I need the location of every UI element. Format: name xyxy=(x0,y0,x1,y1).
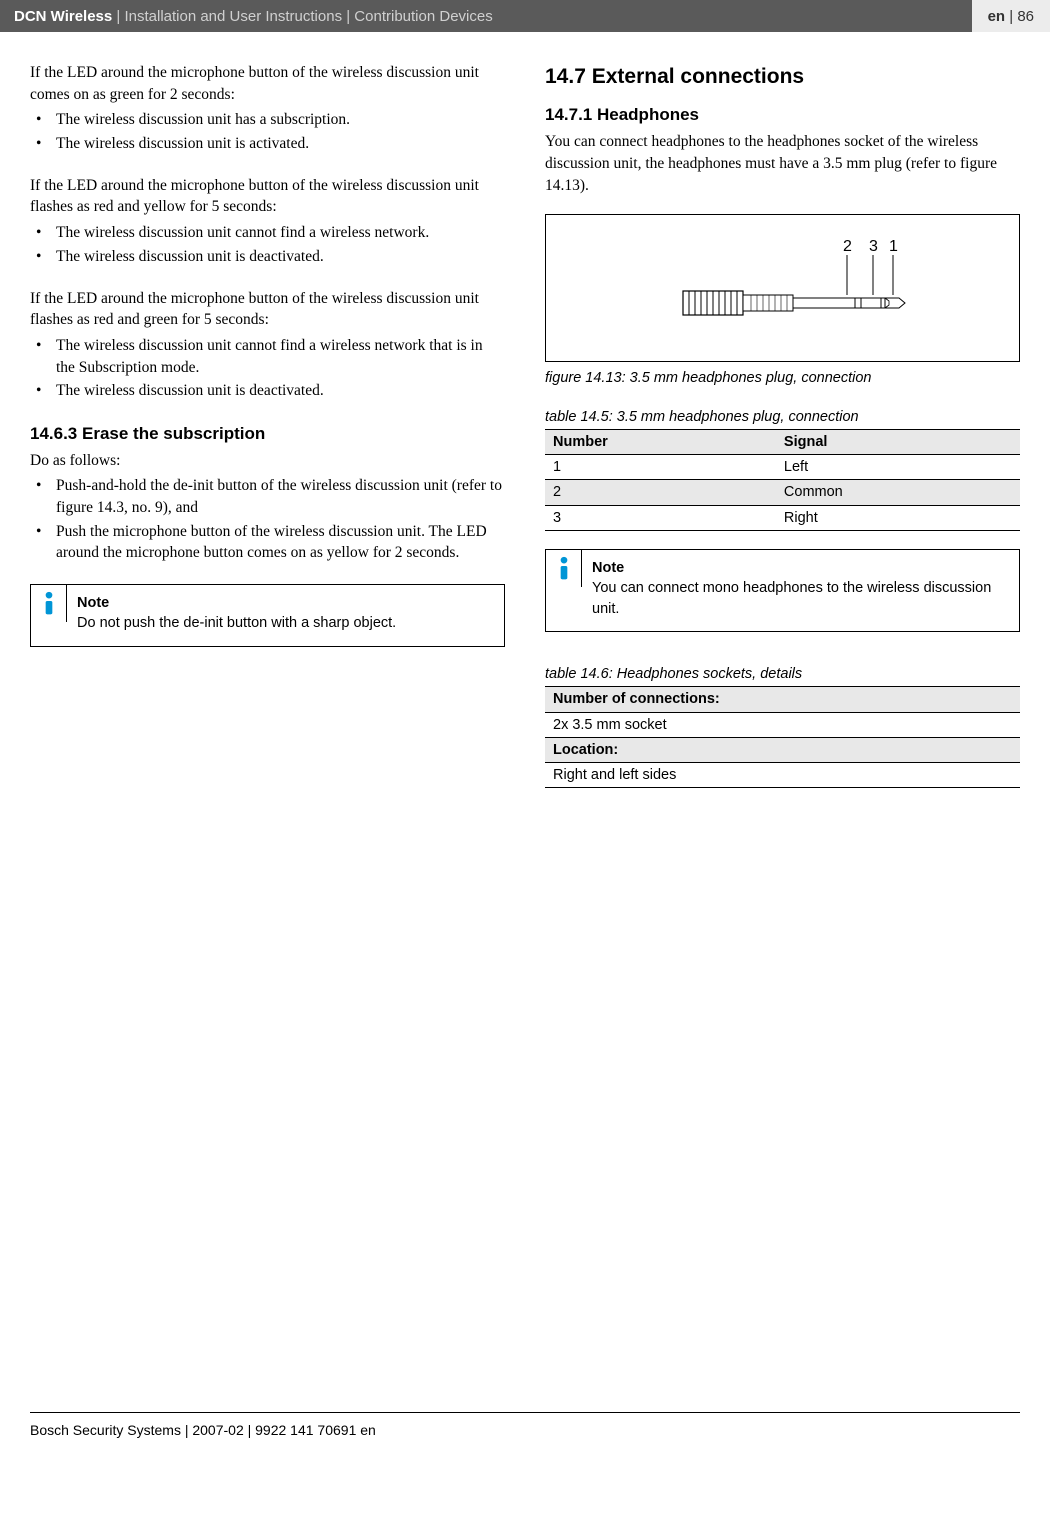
table-caption: table 14.5: 3.5 mm headphones plug, conn… xyxy=(545,407,1020,427)
list-item: Push-and-hold the de-init button of the … xyxy=(30,475,505,518)
table-row: Right and left sides xyxy=(545,763,1020,788)
header-lang: en xyxy=(988,6,1006,27)
table-cell: 3 xyxy=(545,505,776,530)
figure-headphone-plug: 2 3 1 xyxy=(545,214,1020,362)
paragraph: If the LED around the microphone button … xyxy=(30,288,505,331)
table-cell: Location: xyxy=(545,737,1020,762)
paragraph: Do as follows: xyxy=(30,450,505,472)
table-cell: Left xyxy=(776,455,1020,480)
plug-label-2: 2 xyxy=(843,238,852,255)
bullet-list: The wireless discussion unit has a subsc… xyxy=(30,109,505,154)
list-item: The wireless discussion unit is deactiva… xyxy=(30,246,505,268)
bullet-list: The wireless discussion unit cannot find… xyxy=(30,335,505,402)
table-plug-connection: Number Signal 1 Left 2 Common 3 Right xyxy=(545,429,1020,531)
note-box: Note Do not push the de-init button with… xyxy=(30,584,505,647)
table-row: Number of connections: xyxy=(545,687,1020,712)
list-item: The wireless discussion unit has a subsc… xyxy=(30,109,505,131)
table-socket-details: Number of connections: 2x 3.5 mm socket … xyxy=(545,686,1020,788)
note-body: Do not push the de-init button with a sh… xyxy=(77,613,396,633)
info-icon xyxy=(546,550,582,587)
header-product: DCN Wireless xyxy=(14,8,112,25)
table-row: 2 Common xyxy=(545,480,1020,505)
right-column: 14.7 External connections 14.7.1 Headpho… xyxy=(545,62,1020,1402)
list-item: The wireless discussion unit cannot find… xyxy=(30,222,505,244)
paragraph: If the LED around the microphone button … xyxy=(30,62,505,105)
table-cell: Right and left sides xyxy=(545,763,1020,788)
content-area: If the LED around the microphone button … xyxy=(0,32,1050,1412)
paragraph: You can connect headphones to the headph… xyxy=(545,131,1020,196)
list-item: The wireless discussion unit cannot find… xyxy=(30,335,505,378)
table-header: Number xyxy=(545,429,776,454)
page-header: DCN Wireless | Installation and User Ins… xyxy=(0,0,1050,32)
table-row: Location: xyxy=(545,737,1020,762)
note-title: Note xyxy=(592,558,1009,578)
plug-label-3: 3 xyxy=(869,238,878,255)
plug-label-1: 1 xyxy=(889,238,898,255)
table-row: 1 Left xyxy=(545,455,1020,480)
section-heading-external: 14.7 External connections xyxy=(545,62,1020,91)
paragraph: If the LED around the microphone button … xyxy=(30,175,505,218)
bullet-list: Push-and-hold the de-init button of the … xyxy=(30,475,505,564)
bullet-list: The wireless discussion unit cannot find… xyxy=(30,222,505,267)
headphone-plug-diagram: 2 3 1 xyxy=(603,233,963,343)
info-icon xyxy=(31,585,67,622)
subsection-heading-erase: 14.6.3 Erase the subscription xyxy=(30,422,505,446)
table-cell: Number of connections: xyxy=(545,687,1020,712)
table-header-row: Number Signal xyxy=(545,429,1020,454)
footer-text: Bosch Security Systems | 2007-02 | 9922 … xyxy=(0,1413,1050,1461)
table-cell: 2 xyxy=(545,480,776,505)
header-page-badge: en | 86 xyxy=(972,0,1050,32)
note-text: Note Do not push the de-init button with… xyxy=(67,585,406,646)
list-item: The wireless discussion unit is deactiva… xyxy=(30,380,505,402)
table-caption: table 14.6: Headphones sockets, details xyxy=(545,664,1020,684)
list-item: Push the microphone button of the wirele… xyxy=(30,521,505,564)
list-item: The wireless discussion unit is activate… xyxy=(30,133,505,155)
left-column: If the LED around the microphone button … xyxy=(30,62,505,1402)
note-title: Note xyxy=(77,593,396,613)
figure-caption: figure 14.13: 3.5 mm headphones plug, co… xyxy=(545,368,1020,388)
table-row: 2x 3.5 mm socket xyxy=(545,712,1020,737)
table-row: 3 Right xyxy=(545,505,1020,530)
table-cell: Right xyxy=(776,505,1020,530)
table-header: Signal xyxy=(776,429,1020,454)
table-cell: 2x 3.5 mm socket xyxy=(545,712,1020,737)
header-subtitle: | Installation and User Instructions | C… xyxy=(112,8,492,25)
note-text: Note You can connect mono headphones to … xyxy=(582,550,1019,631)
header-left: DCN Wireless | Installation and User Ins… xyxy=(14,6,972,27)
subsection-heading-headphones: 14.7.1 Headphones xyxy=(545,103,1020,127)
header-page-number: 86 xyxy=(1017,6,1034,27)
note-body: You can connect mono headphones to the w… xyxy=(592,578,1009,619)
table-cell: 1 xyxy=(545,455,776,480)
note-box: Note You can connect mono headphones to … xyxy=(545,549,1020,632)
table-cell: Common xyxy=(776,480,1020,505)
